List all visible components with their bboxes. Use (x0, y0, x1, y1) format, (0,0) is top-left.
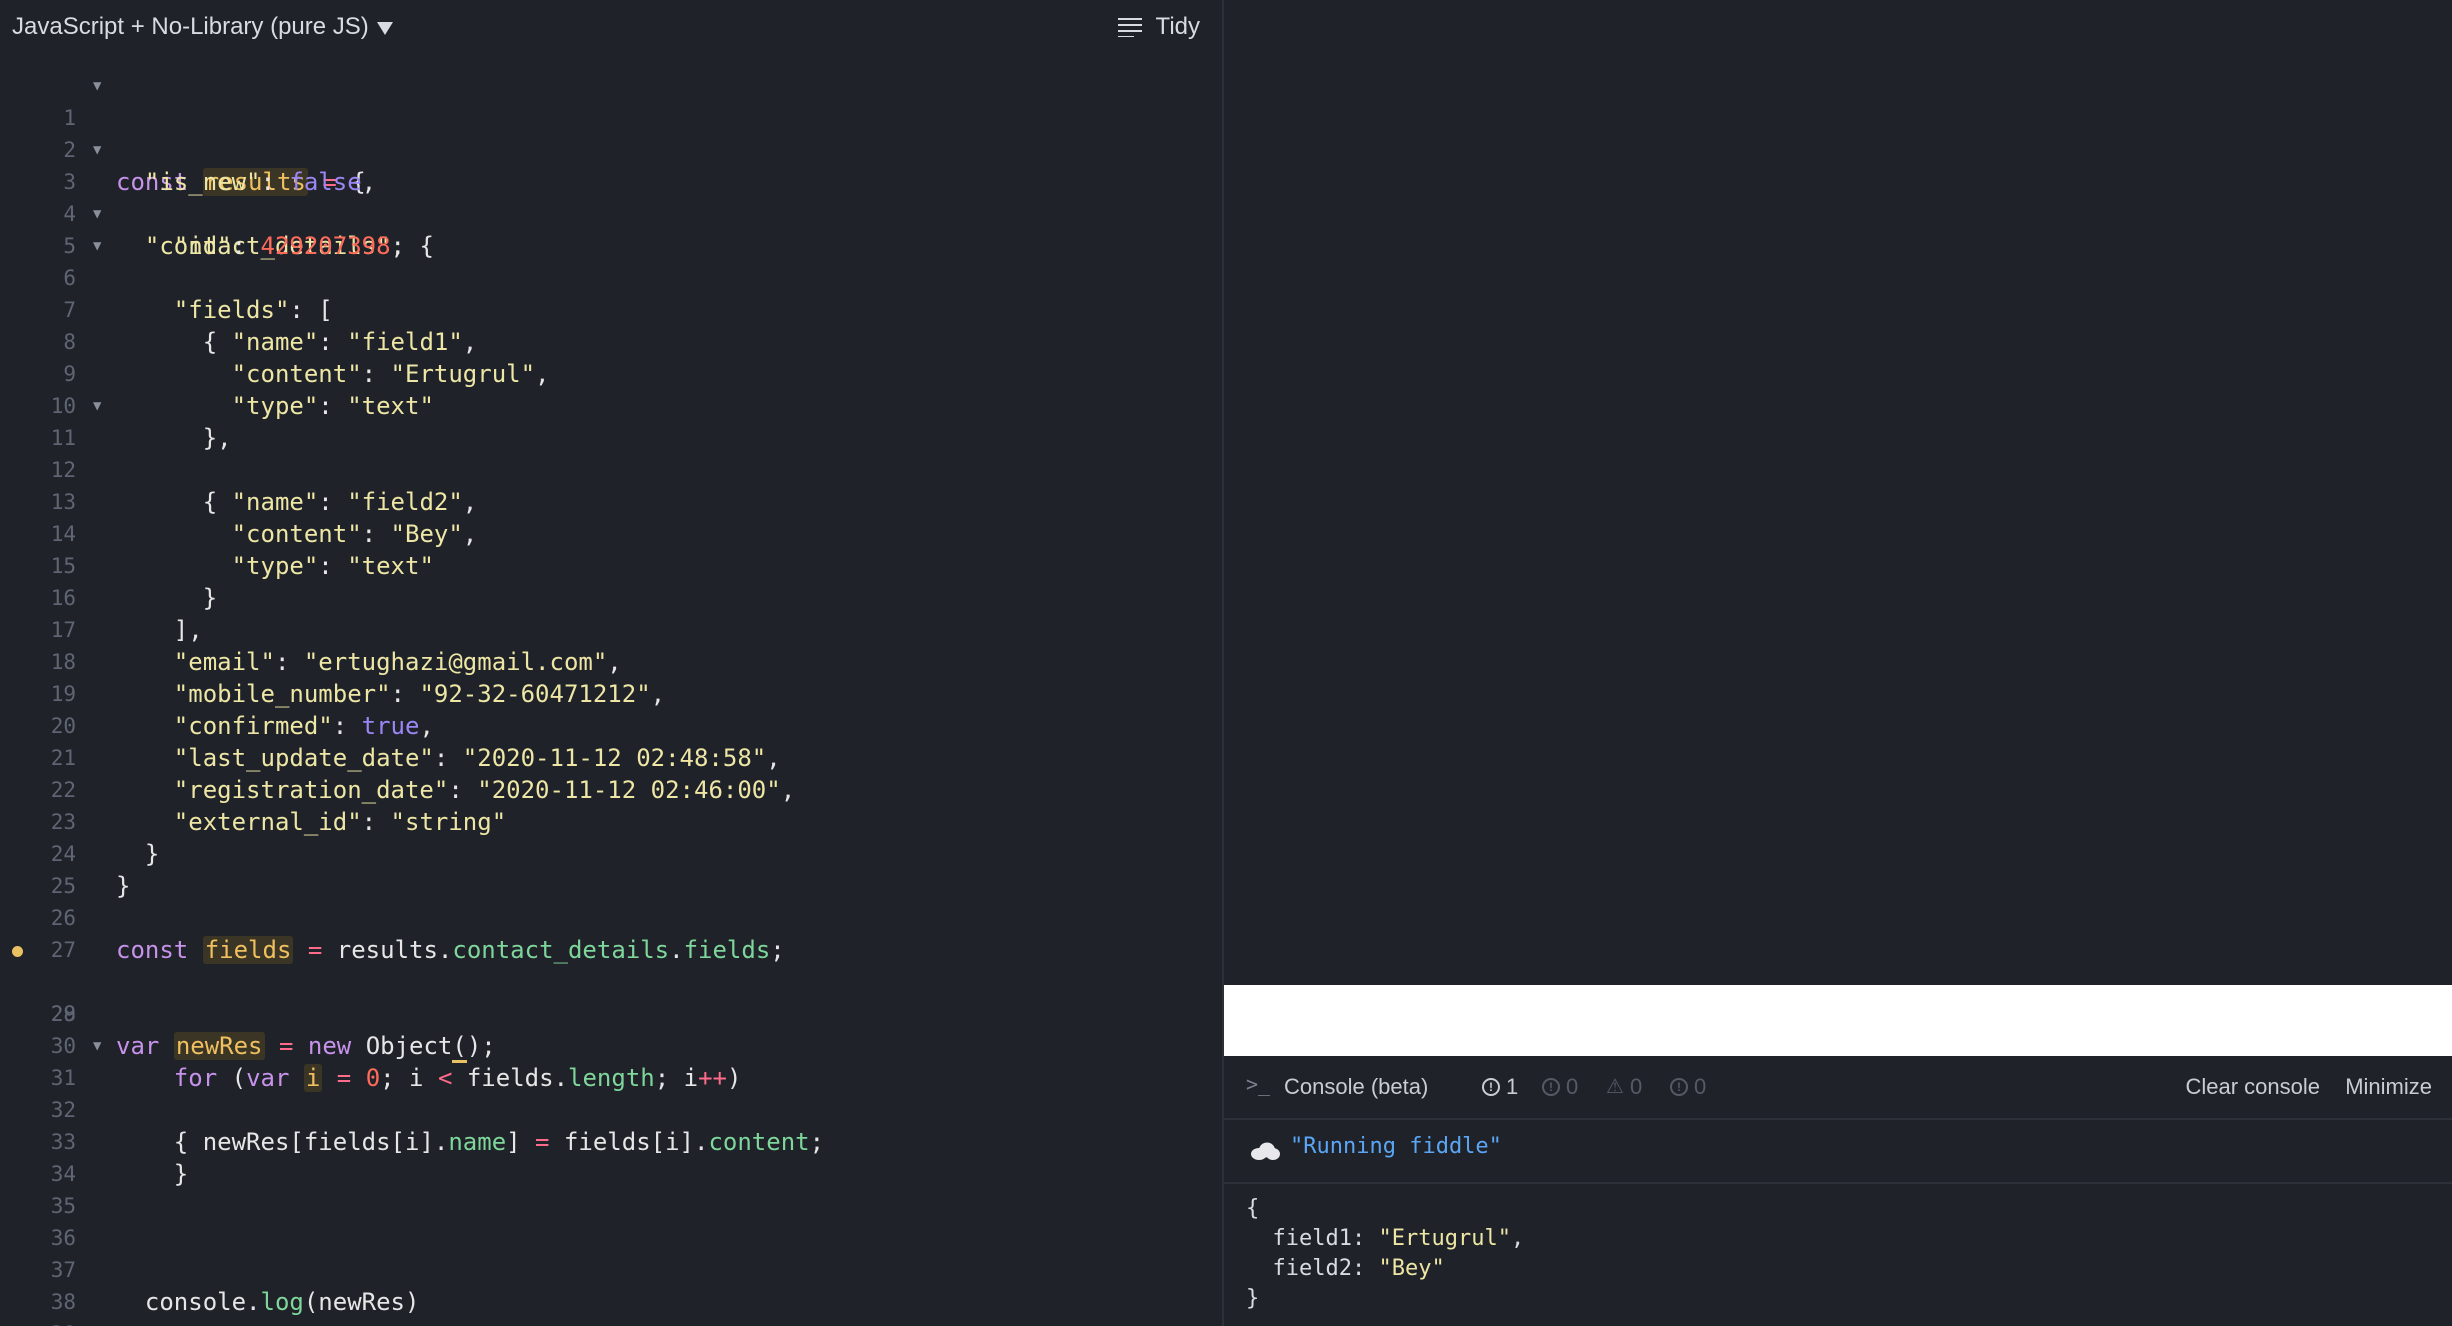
code-line: 27 (0, 902, 1222, 962)
console-output: { field1: "Ertugrul", field2: "Bey" } (1246, 1194, 1524, 1314)
error-count-badge[interactable]: ! 0 (1542, 1074, 1578, 1100)
code-line: 16 ], (0, 550, 1222, 644)
jsfiddle-app: JavaScript + No-Library (pure JS) Tidy 1… (0, 0, 2452, 1326)
tidy-lines-icon (1117, 18, 1142, 37)
console-message-row: "Running fiddle" (1224, 1120, 2452, 1184)
code-line: 17 "email": "ertughazi@gmail.com", (0, 582, 1222, 676)
tidy-button[interactable]: Tidy (1117, 13, 1200, 41)
code-line: 19 "confirmed": true, (0, 646, 1222, 740)
warning-count-badge[interactable]: ⚠ 0 (1606, 1074, 1642, 1100)
code-line: 25 (0, 838, 1222, 898)
result-output-frame[interactable] (1224, 985, 2452, 1056)
code-line: 37 console.log(newRes) (0, 1222, 1222, 1316)
code-line: 22 "external_id": "string" (0, 742, 1222, 836)
editor-header: JavaScript + No-Library (pure JS) Tidy (0, 0, 1222, 56)
code-line: 38 (0, 1254, 1222, 1314)
fold-toggle-icon[interactable]: ▼ (93, 198, 101, 230)
code-line: 35 (0, 1158, 1222, 1218)
cloud-icon (1251, 1142, 1280, 1160)
code-line: 33 } (0, 1094, 1222, 1188)
code-line: 31 ▼ { (0, 1030, 1222, 1156)
console-running-message: "Running fiddle" (1290, 1134, 1502, 1159)
code-line: 30 for (var i = 0; i < fields.length; i+… (0, 998, 1222, 1092)
code-line: 34 (0, 1126, 1222, 1186)
code-line: 23 } (0, 774, 1222, 868)
console-title: Console (beta) (1284, 1074, 1429, 1099)
language-label: JavaScript + No-Library (pure JS) (12, 13, 369, 40)
code-line: 8 "content": "Ertugrul", (0, 294, 1222, 388)
code-line: 6 ▼ { (0, 230, 1222, 356)
console-output-line: field1: "Ertugrul", (1272, 1226, 1525, 1251)
console-output-line: field2: "Bey" (1272, 1256, 1445, 1281)
error-circle-icon: ! (1542, 1078, 1560, 1096)
info-circle-icon: ! (1482, 1078, 1500, 1096)
code-line: 28 var newRes = new Object(); (0, 934, 1222, 1063)
line-number: 39 (0, 1318, 76, 1326)
code-line: 32 newRes[fields[i].name] = fields[i].co… (0, 1062, 1222, 1156)
code-line: 39 (0, 1286, 1222, 1326)
code-line: 26 const fields = results.contact_detail… (0, 870, 1222, 964)
minimize-button[interactable]: Minimize (2345, 1074, 2432, 1100)
fold-toggle-icon[interactable]: ▼ (93, 70, 101, 102)
breakpoint-dot-icon[interactable] (12, 946, 23, 957)
code-line: 9 "type": "text" (0, 326, 1222, 420)
code-line: 12 "name": "field2", (0, 422, 1222, 516)
caret-down-icon (376, 21, 393, 35)
code-line: 10 }, (0, 358, 1222, 452)
code-editor-pane[interactable]: JavaScript + No-Library (pure JS) Tidy 1… (0, 0, 1224, 1326)
log-count-badge[interactable]: ! 0 (1670, 1074, 1706, 1100)
terminal-prompt-icon: >_ (1246, 1072, 1271, 1096)
code-line: 29 (0, 966, 1222, 1026)
fold-toggle-icon[interactable]: ▼ (93, 390, 101, 422)
result-pane[interactable] (1224, 0, 2452, 985)
code-line: 14 "type": "text" (0, 486, 1222, 580)
code-line: 20 "last_update_date": "2020-11-12 02:48… (0, 678, 1222, 772)
code-line: 15 } (0, 518, 1222, 612)
code-line: 18 "mobile_number": "92-32-60471212", (0, 614, 1222, 708)
code-line: 24 } (0, 806, 1222, 900)
log-circle-icon: ! (1670, 1078, 1688, 1096)
console-output-line: { (1246, 1196, 1260, 1221)
fold-toggle-icon[interactable]: ▼ (93, 230, 101, 262)
language-select[interactable]: JavaScript + No-Library (pure JS) (12, 13, 393, 41)
code-line: 13 "content": "Bey", (0, 454, 1222, 548)
code-line: 11 ▼ { (0, 390, 1222, 516)
code-line: 3 ▼ "contact_details": { (0, 134, 1222, 260)
code-area[interactable]: 1 ▼ const results = { 2 "is_new": false,… (0, 70, 1222, 1326)
fold-toggle-icon[interactable]: ▼ (93, 134, 101, 166)
tidy-label: Tidy (1155, 13, 1200, 40)
warning-triangle-icon: ⚠ (1606, 1076, 1624, 1098)
code-line: 36 (0, 1190, 1222, 1250)
code-line: 7 "name": "field1", (0, 262, 1222, 356)
console-toolbar: >_ Console (beta) ! 1 ! 0 ⚠ 0 ! 0 Clear … (1224, 1056, 2452, 1120)
code-line: 21 "registration_date": "2020-11-12 02:4… (0, 710, 1222, 804)
console-output-line: } (1246, 1286, 1260, 1311)
code-line: 2 "is_new": false, (0, 102, 1222, 196)
fold-toggle-icon[interactable]: ▼ (93, 1030, 101, 1062)
info-count-badge[interactable]: ! 1 (1482, 1074, 1518, 1100)
code-line: 5 ▼ "fields": [ (0, 198, 1222, 324)
code-line: 1 ▼ const results = { (0, 70, 1222, 196)
code-line: 4 "id": 429207398, (0, 166, 1222, 260)
console-panel: >_ Console (beta) ! 1 ! 0 ⚠ 0 ! 0 Clear … (1224, 1056, 2452, 1326)
clear-console-button[interactable]: Clear console (2185, 1074, 2320, 1100)
